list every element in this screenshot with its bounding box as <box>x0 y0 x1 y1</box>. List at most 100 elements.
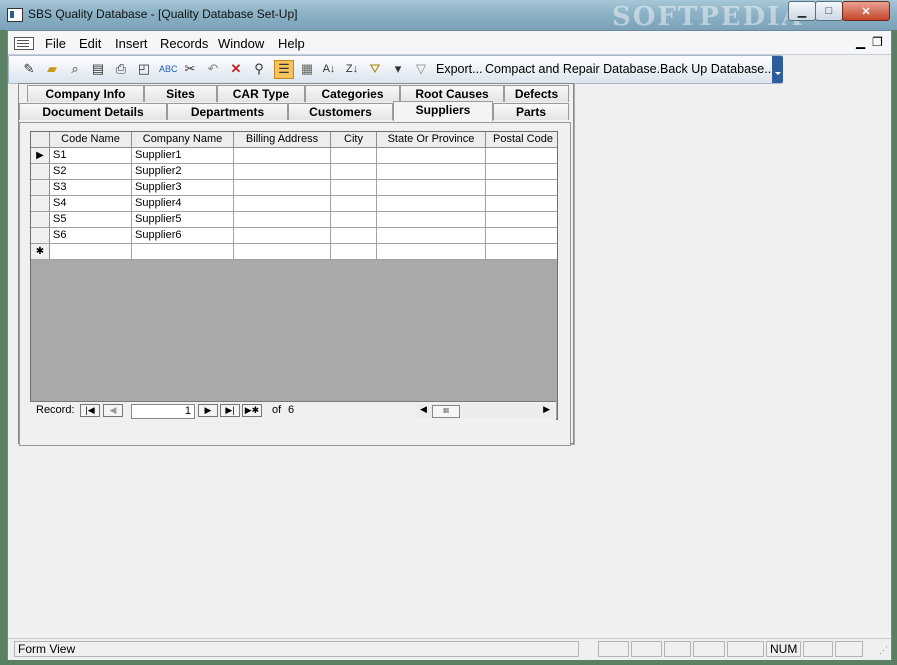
properties-icon[interactable]: ▤ <box>90 61 106 77</box>
city-cell[interactable] <box>331 196 377 212</box>
export-button[interactable]: Export... <box>436 62 483 76</box>
state-cell[interactable] <box>377 228 486 244</box>
tab-company-info[interactable]: Company Info <box>27 85 144 102</box>
company-name-cell[interactable]: Supplier6 <box>132 228 234 244</box>
billing-address-cell[interactable] <box>234 244 331 260</box>
state-cell[interactable] <box>377 148 486 164</box>
column-header[interactable]: Postal Code <box>486 132 557 148</box>
last-record-button[interactable]: ▶| <box>220 404 240 417</box>
table-row[interactable]: S3 Supplier3 <box>31 180 557 196</box>
postal-code-cell[interactable] <box>486 180 557 196</box>
horizontal-scrollbar[interactable]: ◀ III ▶ <box>416 404 554 418</box>
code-name-cell[interactable] <box>50 244 132 260</box>
company-name-cell[interactable]: Supplier5 <box>132 212 234 228</box>
tab-document-details[interactable]: Document Details <box>19 103 167 120</box>
record-selector[interactable] <box>31 212 50 228</box>
billing-address-cell[interactable] <box>234 164 331 180</box>
filter-by-form-icon[interactable]: ▾ <box>390 61 406 77</box>
tab-customers[interactable]: Customers <box>288 103 393 120</box>
tab-defects[interactable]: Defects <box>504 85 569 102</box>
table-row[interactable]: S4 Supplier4 <box>31 196 557 212</box>
design-icon[interactable]: ✎ <box>21 61 37 77</box>
code-name-cell[interactable]: S1 <box>50 148 132 164</box>
postal-code-cell[interactable] <box>486 212 557 228</box>
record-selector[interactable] <box>31 180 50 196</box>
city-cell[interactable] <box>331 180 377 196</box>
city-cell[interactable] <box>331 164 377 180</box>
scroll-left-icon[interactable]: ◀ <box>420 404 427 415</box>
table-row[interactable]: S5 Supplier5 <box>31 212 557 228</box>
menu-insert[interactable]: Insert <box>115 36 148 51</box>
doc-minimize-button[interactable]: ▁ <box>856 35 865 49</box>
form-view-icon[interactable]: ☰ <box>274 60 294 79</box>
tab-categories[interactable]: Categories <box>305 85 400 102</box>
toolbar-options-icon[interactable] <box>772 56 783 83</box>
table-row[interactable]: S2 Supplier2 <box>31 164 557 180</box>
city-cell[interactable] <box>331 228 377 244</box>
menu-window[interactable]: Window <box>218 36 264 51</box>
open-icon[interactable]: ▰ <box>44 61 60 77</box>
billing-address-cell[interactable] <box>234 180 331 196</box>
sort-descending-icon[interactable]: Z↓ <box>344 61 360 77</box>
code-name-cell[interactable]: S2 <box>50 164 132 180</box>
maximize-button[interactable]: □ <box>815 1 843 21</box>
code-name-cell[interactable]: S4 <box>50 196 132 212</box>
record-selector[interactable] <box>31 196 50 212</box>
undo-icon[interactable]: ↶ <box>205 61 221 77</box>
current-record-indicator[interactable]: ▶ <box>31 148 50 164</box>
city-cell[interactable] <box>331 244 377 260</box>
column-header[interactable]: State Or Province <box>377 132 486 148</box>
scroll-thumb[interactable]: III <box>432 405 460 418</box>
tab-root-causes[interactable]: Root Causes <box>400 85 504 102</box>
tab-sites[interactable]: Sites <box>144 85 217 102</box>
column-header[interactable]: City <box>331 132 377 148</box>
search-object-icon[interactable]: ⌕ <box>67 61 83 77</box>
postal-code-cell[interactable] <box>486 196 557 212</box>
new-record-button[interactable]: ▶✱ <box>242 404 262 417</box>
record-selector[interactable] <box>31 228 50 244</box>
record-selector[interactable] <box>31 164 50 180</box>
table-row[interactable]: ▶ S1 Supplier1 <box>31 148 557 164</box>
column-header[interactable]: Billing Address <box>234 132 331 148</box>
menu-file[interactable]: File <box>45 36 66 51</box>
state-cell[interactable] <box>377 244 486 260</box>
new-record-icon[interactable]: ✱ <box>31 244 50 260</box>
resize-grip-icon[interactable]: ⋰ <box>879 645 888 656</box>
minimize-button[interactable]: ▁ <box>788 1 816 21</box>
state-cell[interactable] <box>377 164 486 180</box>
tab-parts[interactable]: Parts <box>493 103 569 120</box>
billing-address-cell[interactable] <box>234 196 331 212</box>
menu-records[interactable]: Records <box>160 36 208 51</box>
tab-suppliers[interactable]: Suppliers <box>393 101 493 121</box>
compact-repair-button[interactable]: Compact and Repair Database... <box>485 62 667 76</box>
first-record-button[interactable]: |◀ <box>80 404 100 417</box>
code-name-cell[interactable]: S3 <box>50 180 132 196</box>
postal-code-cell[interactable] <box>486 228 557 244</box>
sort-ascending-icon[interactable]: A↓ <box>321 61 337 77</box>
code-name-cell[interactable]: S5 <box>50 212 132 228</box>
column-header[interactable]: Code Name <box>50 132 132 148</box>
tab-car-type[interactable]: CAR Type <box>217 85 305 102</box>
postal-code-cell[interactable] <box>486 164 557 180</box>
apply-filter-icon[interactable]: ▽ <box>413 61 429 77</box>
table-row[interactable]: S6 Supplier6 <box>31 228 557 244</box>
current-record-input[interactable]: 1 <box>131 404 195 419</box>
document-icon[interactable] <box>14 37 34 50</box>
datasheet-icon[interactable]: ▦ <box>299 61 315 77</box>
next-record-button[interactable]: ▶ <box>198 404 218 417</box>
company-name-cell[interactable]: Supplier4 <box>132 196 234 212</box>
postal-code-cell[interactable] <box>486 148 557 164</box>
billing-address-cell[interactable] <box>234 148 331 164</box>
app-icon[interactable] <box>7 8 23 22</box>
cut-icon[interactable]: ✂ <box>182 61 198 77</box>
city-cell[interactable] <box>331 212 377 228</box>
state-cell[interactable] <box>377 180 486 196</box>
billing-address-cell[interactable] <box>234 228 331 244</box>
billing-address-cell[interactable] <box>234 212 331 228</box>
company-name-cell[interactable]: Supplier3 <box>132 180 234 196</box>
scroll-right-icon[interactable]: ▶ <box>543 404 550 415</box>
state-cell[interactable] <box>377 196 486 212</box>
spelling-icon[interactable]: ABC <box>159 61 178 77</box>
city-cell[interactable] <box>331 148 377 164</box>
company-name-cell[interactable] <box>132 244 234 260</box>
